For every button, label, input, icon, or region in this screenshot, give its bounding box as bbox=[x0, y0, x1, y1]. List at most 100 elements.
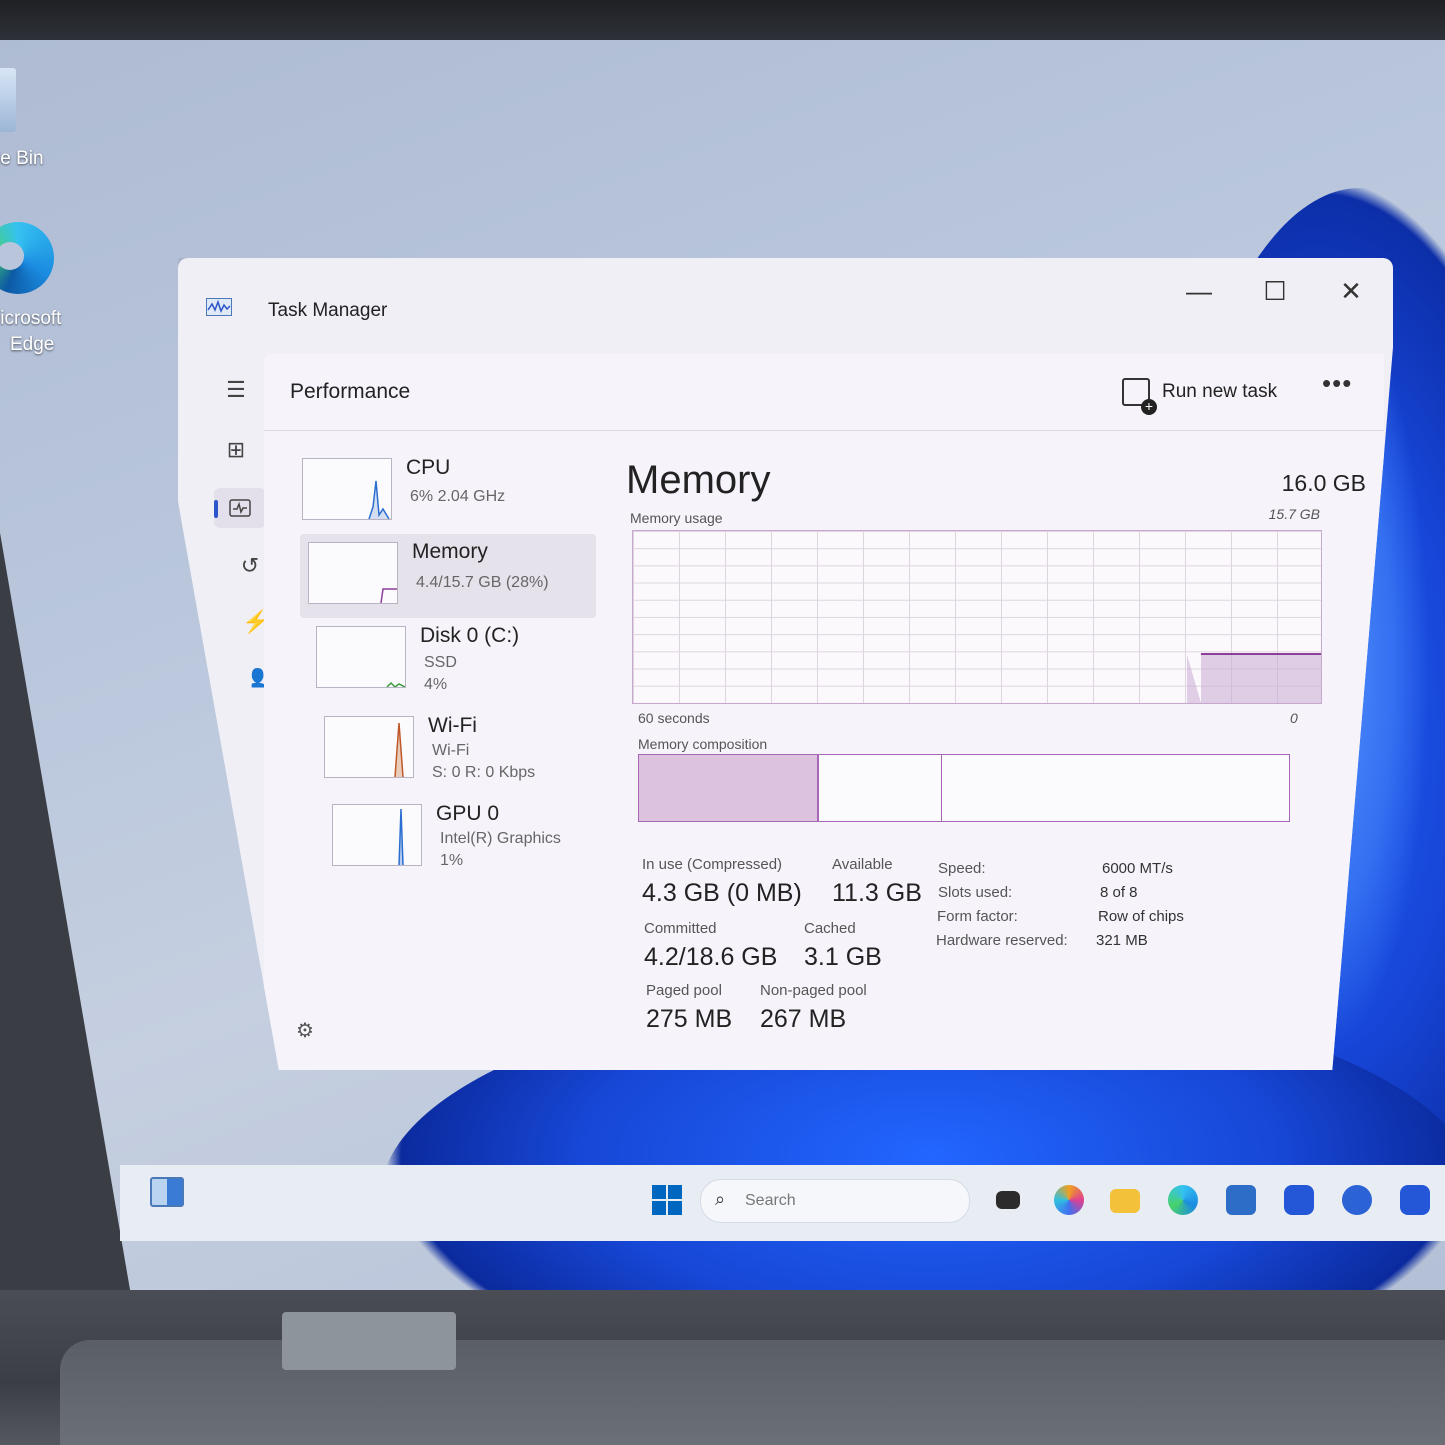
search-icon: ⌕ bbox=[715, 1189, 726, 1209]
close-button[interactable]: ✕ bbox=[1328, 268, 1374, 314]
memory-usage-label: Memory usage bbox=[630, 510, 723, 526]
disk-thumbnail bbox=[316, 626, 406, 688]
resource-memory[interactable]: Memory 4.4/15.7 GB (28%) bbox=[300, 534, 596, 618]
run-task-icon bbox=[1122, 378, 1157, 415]
header-divider bbox=[264, 430, 1384, 431]
app-icon-1[interactable] bbox=[1284, 1185, 1314, 1215]
memory-usage-graph bbox=[632, 530, 1322, 704]
spec-hw-value: 321 MB bbox=[1096, 932, 1148, 949]
composition-in-use bbox=[639, 755, 819, 821]
resource-cpu[interactable]: CPU 6% 2.04 GHz bbox=[294, 450, 590, 534]
stat-value: 4.2/18.6 GB bbox=[644, 943, 778, 971]
minimize-button[interactable]: — bbox=[1176, 268, 1222, 314]
gpu-thumbnail bbox=[332, 804, 422, 866]
gpu-mini-graph bbox=[398, 808, 404, 866]
spec-form-value: Row of chips bbox=[1098, 908, 1184, 925]
spec-form-label: Form factor: bbox=[937, 908, 1018, 925]
memory-thumbnail bbox=[308, 542, 398, 604]
resource-detail: SSD bbox=[424, 654, 457, 671]
window-title: Task Manager bbox=[268, 300, 388, 321]
file-explorer-icon[interactable] bbox=[1110, 1189, 1140, 1213]
memory-total: 16.0 GB bbox=[1281, 470, 1366, 496]
stat-available: Available 11.3 GB bbox=[832, 856, 922, 908]
resource-gpu[interactable]: GPU 0 Intel(R) Graphics 1% bbox=[324, 796, 620, 880]
recycle-bin-glyph bbox=[0, 68, 16, 132]
stat-label: Available bbox=[832, 856, 893, 873]
resource-detail: Intel(R) Graphics bbox=[440, 830, 561, 847]
laptop-hinge bbox=[282, 1312, 456, 1370]
resource-detail: 6% 2.04 GHz bbox=[410, 488, 506, 505]
wifi-mini-graph bbox=[394, 722, 404, 778]
maximize-button[interactable]: ☐ bbox=[1252, 268, 1298, 314]
app-icon-2[interactable] bbox=[1342, 1185, 1372, 1215]
stat-value: 4.3 GB (0 MB) bbox=[642, 879, 802, 907]
recycle-bin-label: le Bin bbox=[0, 148, 44, 169]
edge-label-line2: Edge bbox=[10, 334, 55, 355]
task-view-icon[interactable] bbox=[996, 1191, 1020, 1209]
taskbar-search[interactable]: ⌕ Search bbox=[700, 1179, 970, 1223]
more-options-icon[interactable]: ••• bbox=[1322, 368, 1352, 399]
usage-fill bbox=[1201, 653, 1321, 703]
start-button-icon[interactable] bbox=[652, 1185, 682, 1215]
copilot-icon[interactable] bbox=[1054, 1185, 1084, 1215]
cpu-thumbnail bbox=[302, 458, 392, 520]
composition-free bbox=[942, 755, 1289, 821]
app-icon-3[interactable] bbox=[1400, 1185, 1430, 1215]
stat-committed: Committed 4.2/18.6 GB bbox=[644, 920, 777, 972]
stat-cached: Cached 3.1 GB bbox=[804, 920, 882, 972]
settings-gear-icon[interactable]: ⚙ bbox=[296, 1018, 314, 1043]
stat-non-paged-pool: Non-paged pool 267 MB bbox=[760, 982, 867, 1034]
run-new-task-label: Run new task bbox=[1162, 381, 1278, 402]
run-new-task-button[interactable]: Run new task bbox=[1122, 372, 1278, 415]
spec-slots-label: Slots used: bbox=[938, 884, 1013, 901]
stat-label: Paged pool bbox=[646, 982, 722, 999]
task-manager-app-icon bbox=[206, 298, 232, 316]
processes-icon[interactable]: ⊞ bbox=[210, 430, 262, 470]
spec-speed-value: 6000 MT/s bbox=[1102, 860, 1173, 877]
memory-composition-bar bbox=[638, 754, 1290, 822]
resource-name: Memory bbox=[412, 540, 488, 563]
task-manager-window: Task Manager — ☐ ✕ ☰ ⊞ ↺ ⚡ 👥 ≡ ✲ Perform… bbox=[178, 258, 1393, 1070]
resource-wifi[interactable]: Wi-Fi Wi-Fi S: 0 R: 0 Kbps bbox=[316, 708, 612, 792]
resource-name: GPU 0 bbox=[436, 802, 500, 825]
cpu-mini-graph bbox=[368, 480, 390, 520]
screen-bezel bbox=[0, 0, 1445, 40]
spec-slots-value: 8 of 8 bbox=[1100, 884, 1138, 901]
stat-label: In use (Compressed) bbox=[642, 856, 783, 873]
stat-label: Non-paged pool bbox=[760, 982, 867, 999]
search-placeholder: Search bbox=[745, 1192, 796, 1209]
memory-mini-graph bbox=[380, 588, 397, 604]
usage-ramp bbox=[1187, 655, 1201, 703]
time-range-label: 60 seconds bbox=[638, 710, 710, 726]
resource-detail: Wi-Fi bbox=[432, 742, 470, 759]
store-icon[interactable] bbox=[1226, 1185, 1256, 1215]
resource-name: Wi-Fi bbox=[428, 714, 477, 737]
stat-value: 11.3 GB bbox=[832, 879, 922, 907]
title-bar[interactable]: Task Manager — ☐ ✕ bbox=[178, 258, 1393, 350]
edge-taskbar-icon[interactable] bbox=[1168, 1185, 1198, 1215]
stat-value: 3.1 GB bbox=[804, 943, 882, 971]
wifi-thumbnail bbox=[324, 716, 414, 778]
performance-icon[interactable] bbox=[214, 488, 266, 528]
composition-modified bbox=[819, 755, 942, 821]
pulse-icon bbox=[229, 499, 251, 517]
resource-detail: 4.4/15.7 GB (28%) bbox=[416, 574, 549, 591]
stat-value: 275 MB bbox=[646, 1005, 733, 1033]
spec-speed-label: Speed: bbox=[938, 860, 986, 877]
stat-in-use: In use (Compressed) 4.3 GB (0 MB) bbox=[642, 856, 802, 908]
taskbar: ⌕ Search bbox=[120, 1165, 1445, 1241]
edge-label-line1: licrosoft bbox=[0, 308, 62, 329]
stat-label: Committed bbox=[644, 920, 717, 937]
stat-label: Cached bbox=[804, 920, 856, 937]
memory-title: Memory bbox=[626, 458, 771, 502]
spec-hw-label: Hardware reserved: bbox=[936, 932, 1068, 949]
resource-detail-2: S: 0 R: 0 Kbps bbox=[432, 764, 536, 781]
resource-name: CPU bbox=[406, 456, 451, 479]
memory-usage-max: 15.7 GB bbox=[1268, 506, 1320, 522]
widgets-icon[interactable] bbox=[150, 1177, 184, 1207]
stat-value: 267 MB bbox=[760, 1005, 847, 1033]
hamburger-menu-icon[interactable]: ☰ bbox=[210, 370, 262, 410]
resource-detail-2: 4% bbox=[424, 676, 448, 693]
resource-detail-2: 1% bbox=[440, 852, 464, 869]
resource-disk[interactable]: Disk 0 (C:) SSD 4% bbox=[308, 618, 604, 702]
